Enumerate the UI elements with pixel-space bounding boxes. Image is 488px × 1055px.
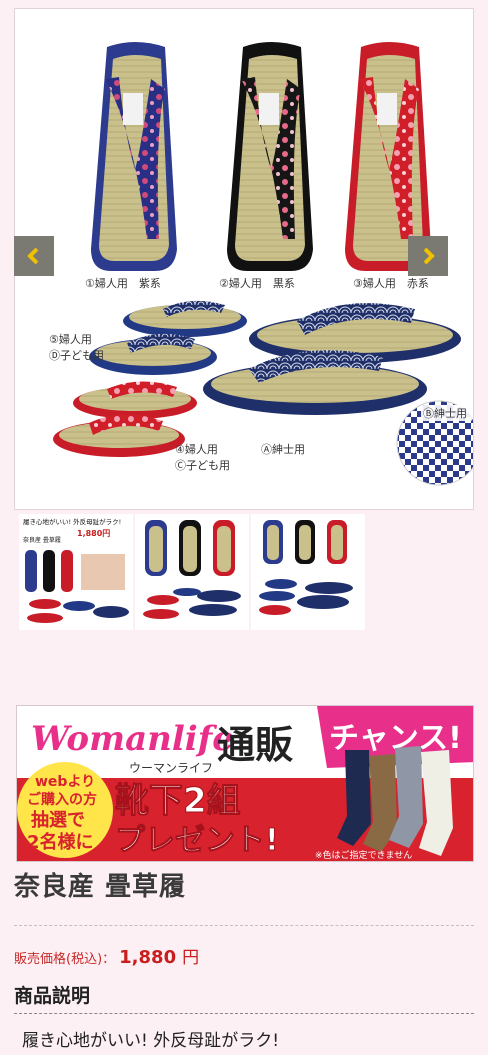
thumb1-product: 奈良産 畳草履 xyxy=(23,536,61,544)
carousel-next-button[interactable] xyxy=(408,236,448,276)
banner-web-line2: ご購入の方 xyxy=(27,791,97,808)
banner-note: ※色はご指定できません xyxy=(315,849,412,861)
thumbnail-2[interactable] xyxy=(135,514,249,630)
product-main-image: ①婦人用 紫系 ②婦人用 黒系 ③婦人用 赤系 ⑤婦人用 Ⓓ子ども用 ④婦人用 … xyxy=(14,8,474,510)
caption-4a: ④婦人用 xyxy=(175,442,218,456)
banner-gift-line2: プレゼント! xyxy=(115,823,279,858)
thumbnail-strip: 履き心地がいい! 外反母趾がラク! 奈良産 畳草履 1,880円 xyxy=(19,514,365,630)
caption-2: ②婦人用 黒系 xyxy=(219,276,295,290)
caption-1: ①婦人用 紫系 xyxy=(85,276,161,290)
caption-B: Ⓑ紳士用 xyxy=(423,407,467,420)
socks-illustration xyxy=(337,746,453,856)
divider xyxy=(14,925,474,926)
product-title: 奈良産 畳草履 xyxy=(14,872,187,902)
caption-4b: Ⓒ子ども用 xyxy=(175,459,230,472)
section-heading-description: 商品説明 xyxy=(14,985,91,1007)
thumb1-headline: 履き心地がいい! 外反母趾がラク! xyxy=(23,517,121,526)
caption-A: Ⓐ紳士用 xyxy=(261,443,305,456)
banner-gift-line1: 靴下2組 xyxy=(115,781,241,821)
product-description: 履き心地がいい! 外反母趾がラク! xyxy=(22,1031,280,1051)
thumbnail-1[interactable]: 履き心地がいい! 外反母趾がラク! 奈良産 畳草履 1,880円 xyxy=(19,514,133,630)
sandal-purple-illustration xyxy=(91,42,177,271)
promo-banner[interactable]: Womanlife ウーマンライフ 通販 チャンス! webより ご購入の方 抽… xyxy=(16,705,474,862)
banner-brand-kana: ウーマンライフ xyxy=(129,761,213,775)
banner-web-line3: 抽選で xyxy=(31,809,85,831)
banner-web-line1: webより xyxy=(35,774,95,790)
banner-brand: Womanlife xyxy=(31,719,234,759)
divider xyxy=(14,1013,474,1014)
caption-5a: ⑤婦人用 xyxy=(49,332,92,346)
chevron-left-icon xyxy=(27,247,39,265)
carousel-prev-button[interactable] xyxy=(14,236,54,276)
caption-3: ③婦人用 赤系 xyxy=(353,276,429,290)
price-value: 1,880 xyxy=(119,947,177,968)
banner-web-line4: 2名様に xyxy=(27,831,94,853)
price-label: 販売価格(税込)： xyxy=(14,952,116,967)
sandal-black-illustration xyxy=(227,42,313,271)
price-unit: 円 xyxy=(182,948,200,968)
chevron-right-icon xyxy=(423,247,435,265)
thumbnail-3[interactable] xyxy=(251,514,365,630)
banner-tsuhan: 通販 xyxy=(217,723,293,767)
caption-5b: Ⓓ子ども用 xyxy=(49,349,104,362)
price-row: 販売価格(税込)： 1,880 円 xyxy=(14,943,199,968)
sandal-child-blue-illustration xyxy=(89,300,247,375)
thumb1-price: 1,880円 xyxy=(77,529,110,538)
